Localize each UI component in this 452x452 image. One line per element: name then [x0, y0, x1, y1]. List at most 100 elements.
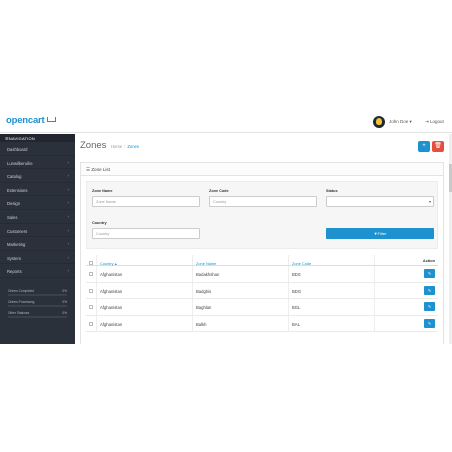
cell-zone-name: Badakhshan — [192, 266, 288, 282]
sidebar-item-reports[interactable]: Reports › — [0, 264, 75, 278]
sidebar-item-lunwilkeruihe[interactable]: Lunwilkeruihe › — [0, 156, 75, 170]
cell-country: Afghanistan — [96, 266, 192, 282]
top-header: opencart John Doe ▾ ⇥ Logout — [0, 108, 452, 133]
zones-table: Country ▴ Zone Name Zone Code Action Afg… — [86, 255, 438, 332]
row-checkbox[interactable] — [89, 288, 93, 293]
sidebar-item-extensions[interactable]: Extensions › — [0, 183, 75, 197]
edit-button[interactable]: ✎ — [424, 269, 435, 278]
sidebar-item-label: Catalog — [7, 174, 22, 180]
cell-zone-name: Badghis — [192, 282, 288, 298]
sidebar: ☰NAVIGATION Dashboard Lunwilkeruihe › Catal… — [0, 134, 75, 344]
zone-code-input[interactable]: Country — [209, 196, 317, 207]
sidebar-item-design[interactable]: Design › — [0, 196, 75, 210]
cell-zone-code: BAL — [288, 315, 374, 331]
sidebar-item-catalog[interactable]: Catalog › — [0, 169, 75, 183]
cell-country: Afghanistan — [96, 315, 192, 331]
panel-heading: ☰ Zone List — [81, 163, 443, 176]
nav-list: Dashboard Lunwilkeruihe › Catalog › Extension… — [0, 142, 75, 278]
table-row: Afghanistan Badghis BDG ✎ — [86, 282, 438, 299]
column-header-zone-name[interactable]: Zone Name — [192, 255, 288, 266]
chevron-right-icon: › — [67, 254, 70, 260]
progress-value: 0% — [62, 289, 67, 293]
sidebar-item-label: Sales — [7, 214, 18, 220]
progress-2: Other Statuses 0% — [5, 310, 67, 319]
cell-zone-code: BGL — [288, 299, 374, 315]
column-header-action: Action — [422, 258, 435, 263]
cell-action: ✎ — [374, 282, 438, 298]
logout-link[interactable]: ⇥ Logout — [425, 119, 444, 125]
sidebar-item-label: System — [7, 255, 21, 261]
column-header-zone-code[interactable]: Zone Code — [288, 255, 374, 266]
pencil-icon: ✎ — [427, 271, 432, 276]
row-checkbox[interactable] — [89, 321, 93, 326]
sidebar-item-label: Marketing — [7, 242, 26, 248]
status-select[interactable]: ▾ — [326, 196, 434, 207]
pencil-icon: ✎ — [427, 320, 432, 326]
user-avatar[interactable] — [373, 116, 385, 128]
chevron-right-icon: › — [67, 241, 70, 247]
zone-name-label: Zone Name — [92, 189, 113, 193]
breadcrumb: Home / Zones — [111, 144, 139, 149]
sidebar-item-label: Extensions — [7, 187, 28, 193]
opencart-logo[interactable]: opencart — [6, 115, 56, 126]
select-all-checkbox[interactable] — [89, 261, 93, 265]
list-icon: ☰ — [86, 167, 91, 172]
row-checkbox[interactable] — [89, 272, 93, 276]
chevron-down-icon: ▾ — [428, 199, 431, 204]
table-row: Afghanistan Baghlan BGL ✎ — [86, 299, 438, 316]
progress-1: Orders Processing 0% — [5, 299, 67, 308]
sidebar-item-marketing[interactable]: Marketing › — [0, 237, 75, 251]
progress-value: 0% — [62, 300, 67, 304]
add-zone-button[interactable]: + — [418, 141, 430, 152]
screenshot-frame: opencart John Doe ▾ ⇥ Logout ☰NAVIGATION… — [0, 108, 452, 344]
progress-bar — [8, 294, 67, 296]
sidebar-item-label: Customers — [7, 228, 28, 234]
breadcrumb-home[interactable]: Home — [111, 144, 122, 149]
zone-name-input[interactable]: Zone Name — [92, 196, 200, 207]
sidebar-item-sales[interactable]: Sales › — [0, 210, 75, 224]
chevron-down-icon: ▾ — [409, 119, 412, 124]
table-row: Afghanistan Badakhshan BDS ✎ — [86, 266, 438, 283]
lightbulb-icon — [376, 118, 382, 125]
signout-icon: ⇥ — [425, 119, 429, 124]
edit-button[interactable]: ✎ — [424, 285, 435, 295]
chevron-right-icon: › — [67, 200, 70, 206]
chevron-right-icon: › — [67, 227, 70, 233]
chevron-right-icon: › — [67, 173, 70, 179]
filter-button[interactable]: ▼Filter — [326, 228, 434, 239]
edit-button[interactable]: ✎ — [424, 318, 435, 328]
country-input[interactable]: Country — [92, 228, 200, 239]
breadcrumb-current[interactable]: Zones — [127, 144, 139, 149]
sidebar-item-system[interactable]: System › — [0, 251, 75, 265]
filter-form: Zone Name Zone Name Zone Code Country St… — [86, 181, 438, 249]
user-name: John Doe — [389, 119, 409, 124]
cell-action: ✎ — [374, 266, 438, 282]
navigation-header: ☰NAVIGATION — [0, 134, 75, 142]
table-body: Afghanistan Badakhshan BDS ✎ Afghanistan Badg… — [86, 266, 438, 332]
filter-button-label: Filter — [377, 231, 387, 236]
pencil-icon: ✎ — [427, 304, 432, 309]
row-checkbox[interactable] — [89, 305, 93, 309]
sidebar-item-label: Reports — [7, 269, 22, 275]
edit-button[interactable]: ✎ — [424, 302, 435, 311]
plus-icon: + — [422, 143, 426, 149]
chevron-right-icon: › — [67, 213, 70, 219]
chevron-right-icon: › — [67, 186, 70, 192]
sidebar-item-customers[interactable]: Customers › — [0, 224, 75, 238]
cell-zone-name: Balkh — [192, 315, 288, 331]
delete-zone-button[interactable]: 🗑 — [432, 141, 444, 152]
cell-zone-code: BDS — [288, 266, 374, 282]
cell-country: Afghanistan — [96, 282, 192, 298]
column-header-country[interactable]: Country ▴ — [96, 255, 192, 266]
panel-title: Zone List — [91, 167, 110, 172]
status-label: Status — [326, 189, 338, 193]
user-menu[interactable]: John Doe ▾ — [389, 119, 412, 125]
breadcrumb-separator: / — [124, 144, 126, 149]
cell-country: Afghanistan — [96, 299, 192, 315]
sidebar-item-dashboard[interactable]: Dashboard — [0, 142, 75, 156]
progress-label: Orders Processing — [8, 300, 35, 304]
zone-list-panel: ☰ Zone List Zone Name Zone Name Zone Cod… — [80, 162, 444, 344]
progress-bar — [8, 305, 67, 307]
cell-zone-code: BDG — [288, 282, 374, 298]
logout-label: Logout — [430, 119, 444, 124]
